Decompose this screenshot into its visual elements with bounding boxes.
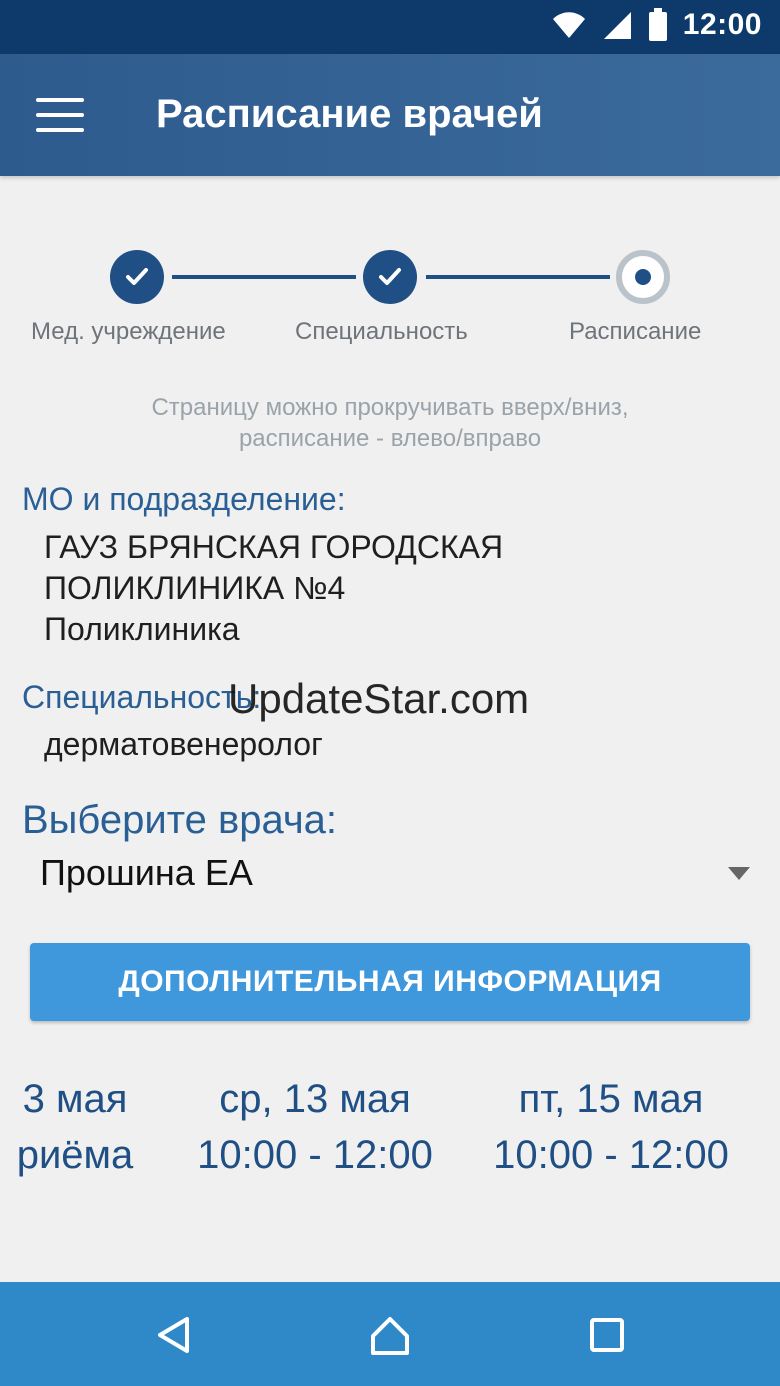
organization-line-2: ПОЛИКЛИНИКА №4 xyxy=(44,570,346,606)
organization-line-1: ГАУЗ БРЯНСКАЯ ГОРОДСКАЯ xyxy=(44,529,504,565)
status-icons: 12:00 xyxy=(551,8,762,42)
scroll-hint: Страницу можно прокручивать вверх/вниз, … xyxy=(0,392,780,454)
scroll-hint-line-2: расписание - влево/вправо xyxy=(238,425,542,452)
watermark-text: UpdateStar.com xyxy=(228,675,530,722)
organization-label: МО и подразделение: xyxy=(22,481,346,517)
step-specialty-icon xyxy=(363,250,417,304)
schedule-day-15-may[interactable]: пт, 15 мая 10:00 - 12:00 xyxy=(466,1073,756,1185)
doctor-dropdown[interactable]: Прошина ЕА xyxy=(40,852,752,900)
menu-icon-line xyxy=(36,128,84,132)
schedule-date: пт, 15 мая xyxy=(518,1077,704,1121)
android-navigation-bar xyxy=(0,1282,780,1386)
step-schedule-current-icon xyxy=(616,250,670,304)
progress-stepper: Мед. учреждение Специальность Расписание xyxy=(0,248,780,358)
schedule-carousel[interactable]: 3 мая риёма ср, 13 мая 10:00 - 12:00 пт,… xyxy=(0,1073,780,1193)
additional-info-button[interactable]: ДОПОЛНИТЕЛЬНАЯ ИНФОРМАЦИЯ xyxy=(30,943,750,1021)
chevron-down-icon xyxy=(728,867,750,880)
schedule-time: 10:00 - 12:00 xyxy=(493,1133,729,1177)
status-bar: 12:00 xyxy=(0,0,780,54)
organization-line-3: Поликлиника xyxy=(44,611,240,647)
step-label-schedule: Расписание xyxy=(569,318,702,345)
organization-value: ГАУЗ БРЯНСКАЯ ГОРОДСКАЯ ПОЛИКЛИНИКА №4 П… xyxy=(44,527,503,650)
schedule-date: ср, 13 мая xyxy=(219,1077,411,1121)
specialty-value: дерматовенеролог xyxy=(44,726,323,762)
battery-icon xyxy=(648,8,667,41)
menu-icon-line xyxy=(36,98,84,102)
selected-doctor: Прошина ЕА xyxy=(40,852,253,893)
recent-apps-icon[interactable] xyxy=(585,1313,629,1357)
step-label-specialty: Специальность xyxy=(295,318,468,345)
app-bar: Расписание врачей xyxy=(0,54,780,176)
step-medical-institution-icon xyxy=(110,250,164,304)
specialty-label: Специальность: xyxy=(22,679,262,715)
checkmark-icon xyxy=(379,268,401,285)
checkmark-icon xyxy=(126,268,148,285)
current-step-dot xyxy=(635,269,651,285)
back-icon[interactable] xyxy=(151,1313,195,1357)
step-label-medical-institution: Мед. учреждение xyxy=(31,318,226,345)
signal-icon xyxy=(603,12,631,39)
schedule-day-13-may[interactable]: ср, 13 мая 10:00 - 12:00 xyxy=(170,1073,460,1185)
menu-button[interactable] xyxy=(36,98,84,132)
scroll-hint-line-1: Страницу можно прокручивать вверх/вниз, xyxy=(151,394,629,421)
menu-icon-line xyxy=(36,113,84,117)
page-title: Расписание врачей xyxy=(156,92,543,136)
stepper-connector-2 xyxy=(426,275,610,279)
status-time: 12:00 xyxy=(682,8,762,41)
wifi-icon xyxy=(552,12,585,38)
stepper-connector-1 xyxy=(172,275,356,279)
schedule-time: 10:00 - 12:00 xyxy=(197,1133,433,1177)
home-icon[interactable] xyxy=(368,1313,412,1357)
doctor-select-label: Выберите врача: xyxy=(22,798,338,842)
